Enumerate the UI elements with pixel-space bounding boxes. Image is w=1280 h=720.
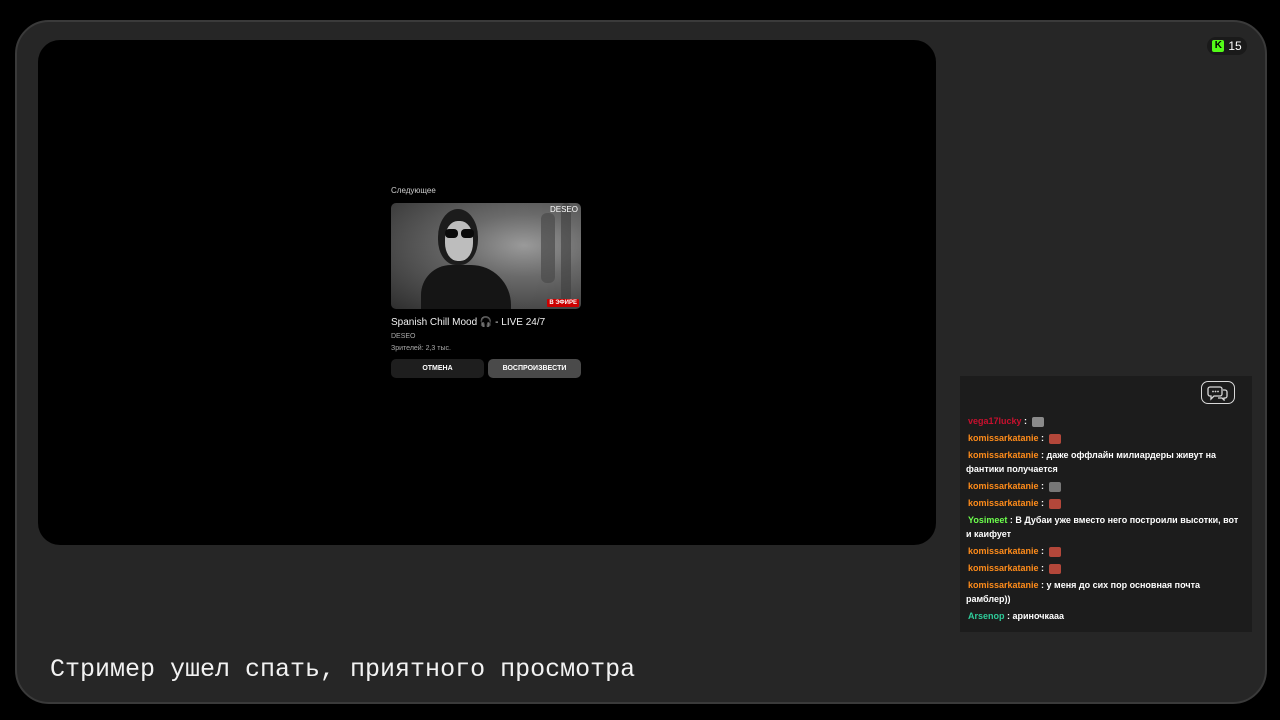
chat-panel: vega17lucky : komissarkatanie : komissar… bbox=[960, 376, 1252, 632]
next-video-thumbnail[interactable]: DESEO В ЭФИРЕ bbox=[391, 203, 581, 309]
chat-message: Arsenop : ариночкааа bbox=[966, 609, 1246, 623]
chat-separator: : bbox=[1038, 498, 1047, 508]
chat-username[interactable]: komissarkatanie bbox=[966, 546, 1039, 556]
chat-username[interactable]: komissarkatanie bbox=[966, 433, 1039, 443]
chat-message: komissarkatanie : bbox=[966, 496, 1246, 510]
cancel-button[interactable]: ОТМЕНА bbox=[391, 359, 484, 378]
chat-message: komissarkatanie : bbox=[966, 544, 1246, 558]
next-video-channel[interactable]: DESEO bbox=[391, 333, 581, 340]
chat-separator: : bbox=[1021, 416, 1030, 426]
thumbnail-person-face bbox=[445, 221, 473, 261]
face-emote-icon bbox=[1048, 563, 1061, 574]
chat-separator: : bbox=[1004, 611, 1013, 621]
chat-message: komissarkatanie : bbox=[966, 431, 1246, 445]
thumbnail-palm bbox=[561, 203, 571, 303]
kick-logo-icon: K bbox=[1212, 40, 1225, 52]
play-button[interactable]: ВОСПРОИЗВЕСТИ bbox=[488, 359, 581, 378]
sunglasses-icon bbox=[445, 229, 475, 238]
chat-message-list: vega17lucky : komissarkatanie : komissar… bbox=[966, 414, 1246, 626]
next-video-title[interactable]: Spanish Chill Mood 🎧 - LIVE 24/7 bbox=[391, 317, 581, 328]
live-badge: В ЭФИРЕ bbox=[547, 299, 579, 307]
chat-message: komissarkatanie : у меня до сих пор осно… bbox=[966, 578, 1246, 606]
chat-message: Yosimeet : В Дубаи уже вместо него постр… bbox=[966, 513, 1246, 541]
chat-message: vega17lucky : bbox=[966, 414, 1246, 428]
chat-username[interactable]: komissarkatanie bbox=[966, 498, 1039, 508]
chat-username[interactable]: komissarkatanie bbox=[966, 563, 1039, 573]
chat-username[interactable]: komissarkatanie bbox=[966, 580, 1039, 590]
chat-bubbles-icon[interactable] bbox=[1201, 381, 1235, 404]
chat-separator: : bbox=[1038, 450, 1047, 460]
chat-message: komissarkatanie : bbox=[966, 561, 1246, 575]
chat-separator: : bbox=[1038, 580, 1047, 590]
next-up-card: Следующее DESEO В ЭФИРЕ Spanish Chill Mo… bbox=[391, 186, 581, 378]
viewer-count-badge: K 15 bbox=[1207, 37, 1247, 55]
viewer-count: 15 bbox=[1228, 39, 1242, 53]
chat-username[interactable]: komissarkatanie bbox=[966, 450, 1039, 460]
thumbnail-channel-mark: DESEO bbox=[549, 205, 578, 214]
cat-emote-icon bbox=[1031, 416, 1044, 427]
thumbnail-person-body bbox=[421, 265, 511, 309]
overlay-caption: Стример ушел спать, приятного просмотра bbox=[50, 655, 636, 684]
chat-message: komissarkatanie : даже оффлайн милиардер… bbox=[966, 448, 1246, 476]
wolf-emote-icon bbox=[1048, 481, 1061, 492]
face-emote-icon bbox=[1048, 433, 1061, 444]
chat-username[interactable]: Yosimeet bbox=[966, 515, 1007, 525]
face-emote-icon bbox=[1048, 546, 1061, 557]
chat-separator: : bbox=[1038, 481, 1047, 491]
next-video-viewers: Зрителей: 2,3 тыс. bbox=[391, 345, 451, 352]
thumbnail-palm bbox=[541, 213, 555, 283]
chat-message: komissarkatanie : bbox=[966, 479, 1246, 493]
chat-username[interactable]: komissarkatanie bbox=[966, 481, 1039, 491]
chat-separator: : bbox=[1038, 546, 1047, 556]
chat-separator: : bbox=[1038, 563, 1047, 573]
chat-text: ариночкааа bbox=[1012, 611, 1065, 621]
face-emote-icon bbox=[1048, 498, 1061, 509]
chat-username[interactable]: vega17lucky bbox=[966, 416, 1022, 426]
next-up-heading: Следующее bbox=[391, 186, 436, 195]
chat-separator: : bbox=[1038, 433, 1047, 443]
chat-username[interactable]: Arsenop bbox=[966, 611, 1005, 621]
